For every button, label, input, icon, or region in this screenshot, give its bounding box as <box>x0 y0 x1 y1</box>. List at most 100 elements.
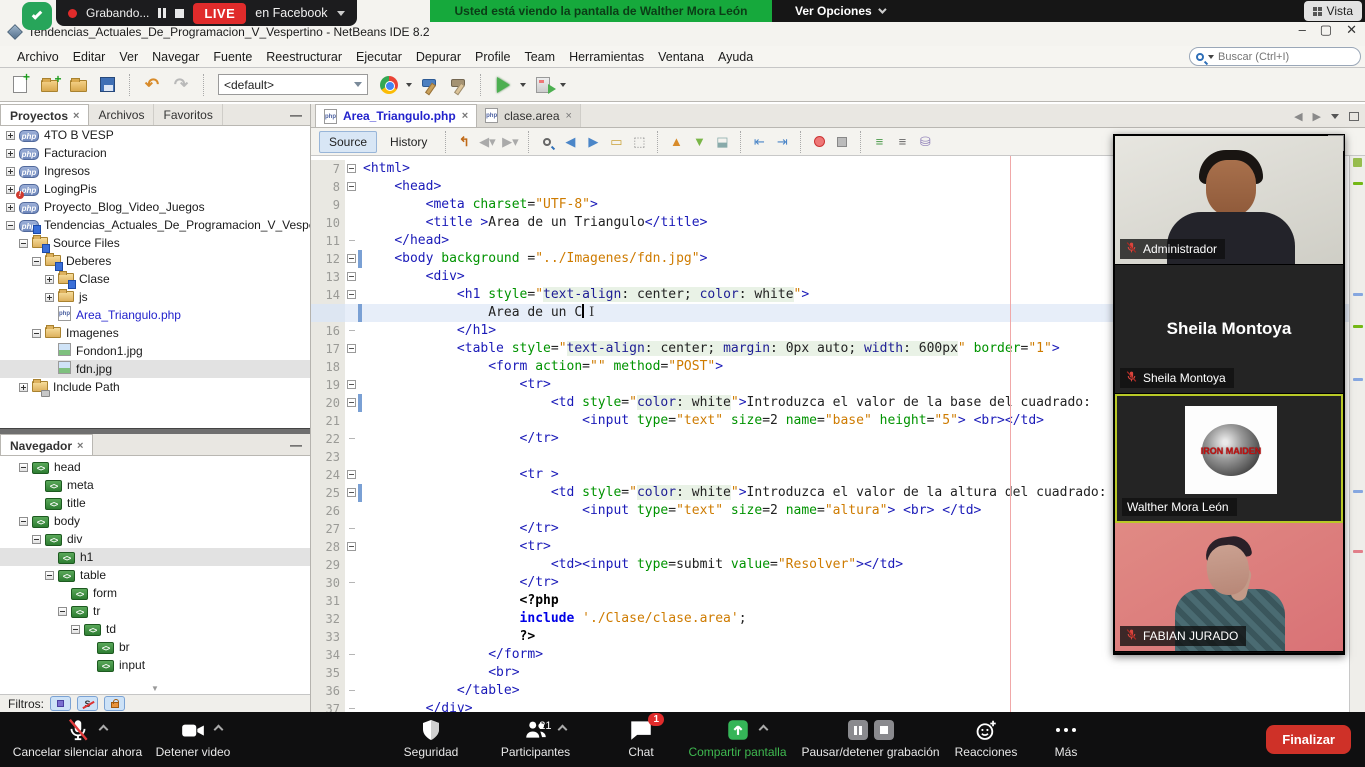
debug-button[interactable] <box>531 73 555 97</box>
filter-static-button[interactable]: S <box>77 696 98 711</box>
tree-item[interactable]: phpProyecto_Blog_Video_Juegos <box>0 198 310 216</box>
collapse-icon[interactable] <box>32 257 41 266</box>
fold-column[interactable] <box>345 610 361 628</box>
vista-button[interactable]: Vista <box>1304 1 1362 21</box>
fold-collapse-icon[interactable] <box>347 542 356 551</box>
filter-fields-button[interactable] <box>50 696 71 711</box>
tree-item[interactable]: Imagenes <box>0 324 310 342</box>
collapse-icon[interactable] <box>58 607 67 616</box>
zoom-security-shield-icon[interactable] <box>22 2 52 30</box>
tree-item[interactable]: phpLogingPis <box>0 180 310 198</box>
tree-item[interactable]: <>td <box>0 620 310 638</box>
fold-column[interactable] <box>345 628 361 646</box>
tree-item[interactable]: phpIngresos <box>0 162 310 180</box>
fold-column[interactable] <box>345 430 361 448</box>
fold-column[interactable] <box>345 700 361 712</box>
video-tile[interactable]: Administrador <box>1115 136 1343 265</box>
fold-column[interactable] <box>345 448 361 466</box>
shift-left-icon[interactable]: ⇤ <box>749 132 769 152</box>
back-icon[interactable]: ◀▾ <box>477 132 497 152</box>
fold-collapse-icon[interactable] <box>347 470 356 479</box>
next-bookmark-icon[interactable]: ▼ <box>689 132 709 152</box>
stripe-mark[interactable] <box>1353 293 1363 296</box>
shift-right-icon[interactable]: ⇥ <box>772 132 792 152</box>
chevron-up-icon[interactable] <box>758 725 768 735</box>
chat-button[interactable]: 1Chat <box>616 716 666 759</box>
tabs-scroll-right-icon[interactable]: ▶ <box>1313 110 1321 123</box>
tree-item[interactable]: Deberes <box>0 252 310 270</box>
share-button[interactable]: Compartir pantalla <box>680 716 795 759</box>
close-icon[interactable]: × <box>462 110 468 122</box>
redo-button[interactable]: ↷ <box>169 73 193 97</box>
new-project-button[interactable] <box>37 73 61 97</box>
fold-column[interactable] <box>345 358 361 376</box>
fold-column[interactable] <box>345 394 361 412</box>
fold-column[interactable] <box>345 232 361 250</box>
menu-fuente[interactable]: Fuente <box>206 48 259 66</box>
menu-ejecutar[interactable]: Ejecutar <box>349 48 409 66</box>
video-button[interactable]: Detener video <box>148 716 238 759</box>
stop-recording-icon[interactable] <box>175 9 184 18</box>
navigator-minimize-button[interactable]: — <box>290 438 302 452</box>
fold-column[interactable] <box>345 574 361 592</box>
tree-item[interactable]: <>form <box>0 584 310 602</box>
forward-icon[interactable]: ▶▾ <box>500 132 520 152</box>
menu-ver[interactable]: Ver <box>112 48 145 66</box>
chevron-up-icon[interactable] <box>557 725 567 735</box>
tree-item[interactable]: Clase <box>0 270 310 288</box>
security-button[interactable]: Seguridad <box>396 716 466 759</box>
undo-button[interactable]: ↶ <box>140 73 164 97</box>
toggle-highlight-icon[interactable]: ▭ <box>606 132 626 152</box>
view-options-button[interactable]: Ver Opciones <box>795 0 884 22</box>
history-view-button[interactable]: History <box>380 131 437 153</box>
close-icon[interactable]: × <box>73 110 79 122</box>
editor-tab[interactable]: Area_Triangulo.php× <box>315 104 477 127</box>
tree-item[interactable]: <>div <box>0 530 310 548</box>
expand-icon[interactable] <box>45 293 54 302</box>
expand-icon[interactable] <box>45 275 54 284</box>
tree-item[interactable]: Source Files <box>0 234 310 252</box>
reactions-button[interactable]: Reacciones <box>946 716 1026 759</box>
tree-item[interactable]: <>body <box>0 512 310 530</box>
editor-tab[interactable]: clase.area× <box>477 104 581 127</box>
tree-item[interactable]: <>table <box>0 566 310 584</box>
collapse-icon[interactable] <box>45 571 54 580</box>
find-next-icon[interactable]: ▶ <box>583 132 603 152</box>
tree-item[interactable]: <>br <box>0 638 310 656</box>
projects-minimize-button[interactable]: — <box>290 108 302 122</box>
memory-icon[interactable]: ⛁ <box>915 132 935 152</box>
rectangular-selection-icon[interactable]: ⬚ <box>629 132 649 152</box>
fold-column[interactable] <box>345 682 361 700</box>
find-selection-icon[interactable] <box>537 132 557 152</box>
more-button[interactable]: Más <box>1040 716 1092 759</box>
record-button[interactable]: Pausar/detener grabación <box>793 716 948 759</box>
participants-button[interactable]: 21Participantes <box>488 716 583 759</box>
tree-item[interactable]: <>head <box>0 458 310 476</box>
build-button[interactable] <box>417 73 441 97</box>
fold-column[interactable] <box>345 646 361 664</box>
uncomment-icon[interactable]: ≡ <box>892 132 912 152</box>
config-combobox[interactable]: <default> <box>218 74 368 95</box>
fold-collapse-icon[interactable] <box>347 290 356 299</box>
open-project-button[interactable] <box>66 73 90 97</box>
menu-ayuda[interactable]: Ayuda <box>711 48 760 66</box>
video-panel[interactable]: ✥ AdministradorSheila MontoyaSheila Mont… <box>1113 134 1345 655</box>
stop-recording-button[interactable] <box>874 720 894 740</box>
fold-column[interactable] <box>345 520 361 538</box>
tab-favoritos[interactable]: Favoritos <box>154 104 222 125</box>
video-tile[interactable]: FABIAN JURADO <box>1115 523 1343 652</box>
stripe-mark[interactable] <box>1353 490 1363 493</box>
tree-item[interactable]: Area_Triangulo.php <box>0 306 310 324</box>
tree-item[interactable]: js <box>0 288 310 306</box>
fold-column[interactable] <box>345 466 361 484</box>
fold-column[interactable] <box>345 286 361 304</box>
collapse-icon[interactable] <box>71 625 80 634</box>
find-previous-icon[interactable]: ◀ <box>560 132 580 152</box>
browser-dropdown-icon[interactable] <box>406 83 412 87</box>
fold-collapse-icon[interactable] <box>347 272 356 281</box>
expand-icon[interactable] <box>6 185 15 194</box>
fold-column[interactable] <box>345 322 361 340</box>
expand-icon[interactable] <box>6 167 15 176</box>
tree-item[interactable]: Fondon1.jpg <box>0 342 310 360</box>
tab-archivos[interactable]: Archivos <box>89 104 154 125</box>
